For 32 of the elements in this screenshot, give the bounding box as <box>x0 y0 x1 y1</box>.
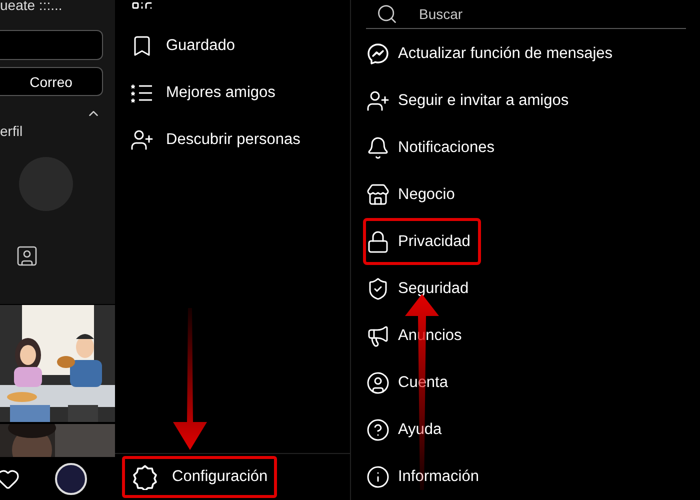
menu-item[interactable]: Mejores amigos <box>115 69 350 116</box>
settings-item[interactable]: Notificaciones <box>363 124 506 171</box>
settings-item[interactable]: Seguir e invitar a amigos <box>363 77 580 124</box>
settings-item[interactable]: Cuenta <box>363 359 459 406</box>
text-field[interactable] <box>0 30 103 60</box>
search-icon <box>376 3 398 25</box>
megaphone-icon <box>366 324 390 348</box>
bell-icon <box>366 136 390 160</box>
settings-item[interactable]: Información <box>363 453 490 500</box>
settings-item[interactable]: Privacidad <box>363 218 482 265</box>
email-button[interactable]: Correo <box>0 67 103 96</box>
info-icon <box>366 464 390 488</box>
settings-button[interactable]: Configuración <box>122 456 277 498</box>
add-person-icon <box>366 88 390 112</box>
settings-item[interactable]: Seguridad <box>363 265 480 312</box>
tagged-user-icon[interactable] <box>15 244 39 268</box>
add-person-icon <box>130 128 154 152</box>
account-icon <box>366 370 390 394</box>
lock-icon <box>366 230 390 254</box>
menu-item[interactable]: Guardado <box>115 22 350 69</box>
shop-icon <box>366 182 390 206</box>
section-label: erfil <box>0 123 24 139</box>
help-icon <box>366 418 390 442</box>
settings-item[interactable]: Ayuda <box>363 406 453 453</box>
profile-avatar[interactable] <box>55 462 87 494</box>
settings-item[interactable]: Actualizar función de mensajes <box>363 30 624 77</box>
search-field[interactable]: Buscar <box>417 5 621 23</box>
messenger-icon <box>366 42 390 66</box>
menu-item[interactable]: Descubrir personas <box>115 116 350 163</box>
settings-item[interactable]: Negocio <box>363 171 466 218</box>
profile-name: ueate :::... <box>0 0 64 13</box>
settings-icon <box>132 464 158 490</box>
